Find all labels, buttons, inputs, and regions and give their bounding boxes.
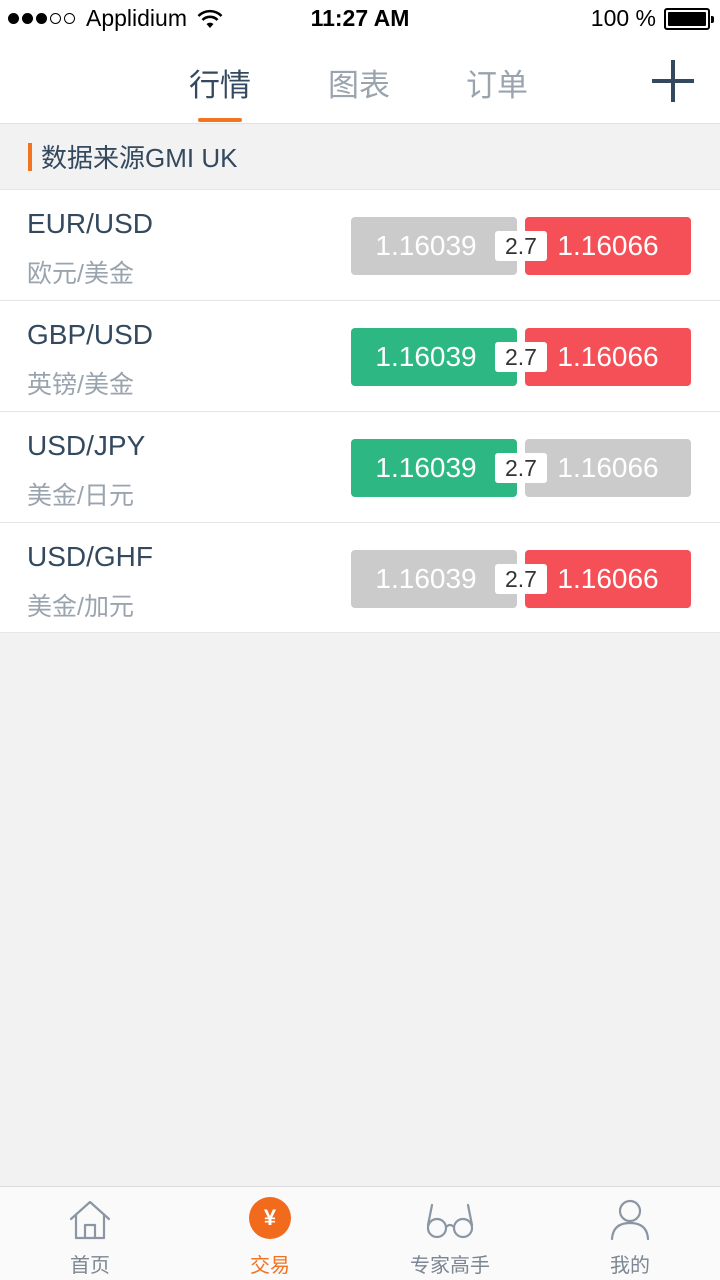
- glasses-icon: [426, 1203, 474, 1239]
- user-icon: [610, 1199, 650, 1241]
- tab-market-label: 行情: [189, 68, 251, 103]
- data-source-bar: 数据来源GMI UK: [0, 124, 720, 189]
- nav-home[interactable]: 首页: [0, 1187, 180, 1280]
- bid-price-button[interactable]: 1.16039: [351, 328, 517, 386]
- nav-experts-label: 专家高手: [410, 1255, 490, 1277]
- bottom-nav: 首页 ¥ 交易 专家高手 我的: [0, 1186, 720, 1280]
- quote-list: EUR/USD 欧元/美金 1.16039 1.16066 2.7 GBP/US…: [0, 189, 720, 633]
- screen: Applidium 11:27 AM 100 % 行情 图表 订单 数据来源GM…: [0, 0, 720, 1280]
- tab-chart[interactable]: 图表: [309, 60, 409, 105]
- nav-mine[interactable]: 我的: [540, 1187, 720, 1280]
- pair-name: 欧元/美金: [27, 260, 134, 288]
- nav-experts[interactable]: 专家高手: [360, 1187, 540, 1280]
- bid-price-button[interactable]: 1.16039: [351, 550, 517, 608]
- status-right: 100 %: [590, 5, 714, 32]
- nav-home-label: 首页: [70, 1255, 110, 1277]
- battery-icon: [664, 7, 714, 30]
- status-bar: Applidium 11:27 AM 100 %: [0, 0, 720, 40]
- bid-price-button[interactable]: 1.16039: [351, 439, 517, 497]
- battery-level: [668, 11, 706, 26]
- spread-value: 2.7: [495, 453, 547, 483]
- tab-chart-label: 图表: [328, 68, 390, 103]
- pair-code: USD/GHF: [27, 541, 153, 572]
- tab-market[interactable]: 行情: [170, 60, 270, 122]
- ask-price-button[interactable]: 1.16066: [525, 439, 691, 497]
- quote-row[interactable]: EUR/USD 欧元/美金 1.16039 1.16066 2.7: [0, 189, 720, 300]
- battery-percent: 100 %: [590, 5, 656, 31]
- plus-icon[interactable]: [652, 60, 694, 102]
- data-source-label: 数据来源GMI UK: [41, 143, 238, 173]
- pair-code: EUR/USD: [27, 208, 154, 239]
- ask-price-button[interactable]: 1.16066: [525, 550, 691, 608]
- pair-name: 英镑/美金: [27, 371, 134, 399]
- header: 行情 图表 订单: [0, 40, 720, 124]
- pair-code: USD/JPY: [27, 430, 146, 461]
- pair-code: GBP/USD: [27, 319, 154, 350]
- quote-row[interactable]: GBP/USD 英镑/美金 1.16039 1.16066 2.7: [0, 300, 720, 411]
- spread-value: 2.7: [495, 231, 547, 261]
- quote-row[interactable]: USD/JPY 美金/日元 1.16039 1.16066 2.7: [0, 411, 720, 522]
- source-accent-bar: [28, 142, 32, 171]
- ask-price-button[interactable]: 1.16066: [525, 328, 691, 386]
- tab-orders-label: 订单: [466, 68, 528, 103]
- nav-trade[interactable]: ¥ 交易: [180, 1187, 360, 1280]
- nav-trade-label: 交易: [250, 1255, 290, 1277]
- quote-row[interactable]: USD/GHF 美金/加元 1.16039 1.16066 2.7: [0, 522, 720, 633]
- ask-price-button[interactable]: 1.16066: [525, 217, 691, 275]
- spread-value: 2.7: [495, 342, 547, 372]
- tab-orders[interactable]: 订单: [447, 60, 547, 105]
- active-tab-indicator: [198, 118, 242, 122]
- yen-icon: ¥: [249, 1197, 291, 1239]
- nav-mine-label: 我的: [610, 1255, 650, 1277]
- pair-name: 美金/日元: [27, 482, 134, 510]
- bid-price-button[interactable]: 1.16039: [351, 217, 517, 275]
- spread-value: 2.7: [495, 564, 547, 594]
- home-icon: [69, 1200, 111, 1240]
- pair-name: 美金/加元: [27, 593, 134, 621]
